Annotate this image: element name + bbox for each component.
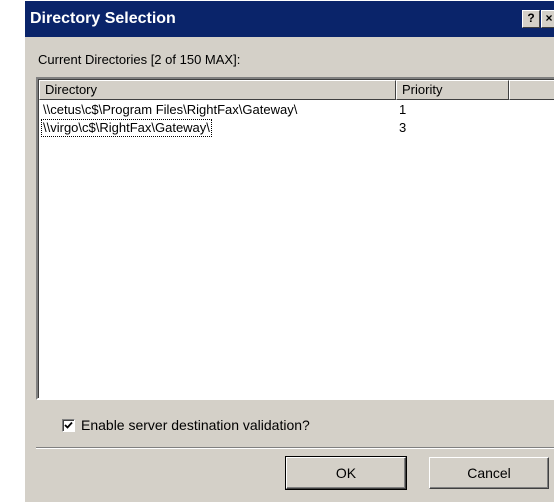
close-icon: × bbox=[545, 11, 553, 25]
priority-cell: 3 bbox=[399, 120, 407, 135]
validate-checkbox[interactable] bbox=[62, 419, 75, 432]
priority-cell: 1 bbox=[399, 102, 407, 117]
validate-label: Enable server destination validation? bbox=[81, 417, 310, 433]
list-rows: \\cetus\c$\Program Files\RightFax\Gatewa… bbox=[39, 101, 554, 137]
separator bbox=[36, 447, 554, 449]
column-header-priority[interactable]: Priority bbox=[396, 80, 509, 100]
help-icon: ? bbox=[527, 11, 535, 25]
window-title: Directory Selection bbox=[30, 10, 176, 27]
directory-cell: \\cetus\c$\Program Files\RightFax\Gatewa… bbox=[43, 102, 298, 117]
list-item[interactable]: \\cetus\c$\Program Files\RightFax\Gatewa… bbox=[39, 101, 554, 119]
help-button[interactable]: ? bbox=[522, 10, 540, 28]
directory-selection-dialog: Directory Selection ? × Current Director… bbox=[24, 0, 554, 502]
current-directories-caption: Current Directories [2 of 150 MAX]: bbox=[38, 52, 241, 67]
list-item[interactable]: \\virgo\c$\RightFax\Gateway\ 3 bbox=[39, 119, 554, 137]
title-bar[interactable]: Directory Selection ? × bbox=[25, 1, 554, 37]
cancel-button[interactable]: Cancel bbox=[429, 457, 549, 489]
directory-cell: \\virgo\c$\RightFax\Gateway\ bbox=[41, 119, 212, 137]
checkmark-icon bbox=[64, 421, 73, 429]
close-button[interactable]: × bbox=[541, 10, 554, 28]
column-header-directory[interactable]: Directory bbox=[39, 80, 396, 100]
list-header: Directory Priority bbox=[39, 80, 554, 100]
column-header-filler bbox=[509, 80, 554, 100]
directory-list[interactable]: Directory Priority \\cetus\c$\Program Fi… bbox=[36, 77, 554, 400]
ok-button[interactable]: OK bbox=[285, 456, 407, 490]
